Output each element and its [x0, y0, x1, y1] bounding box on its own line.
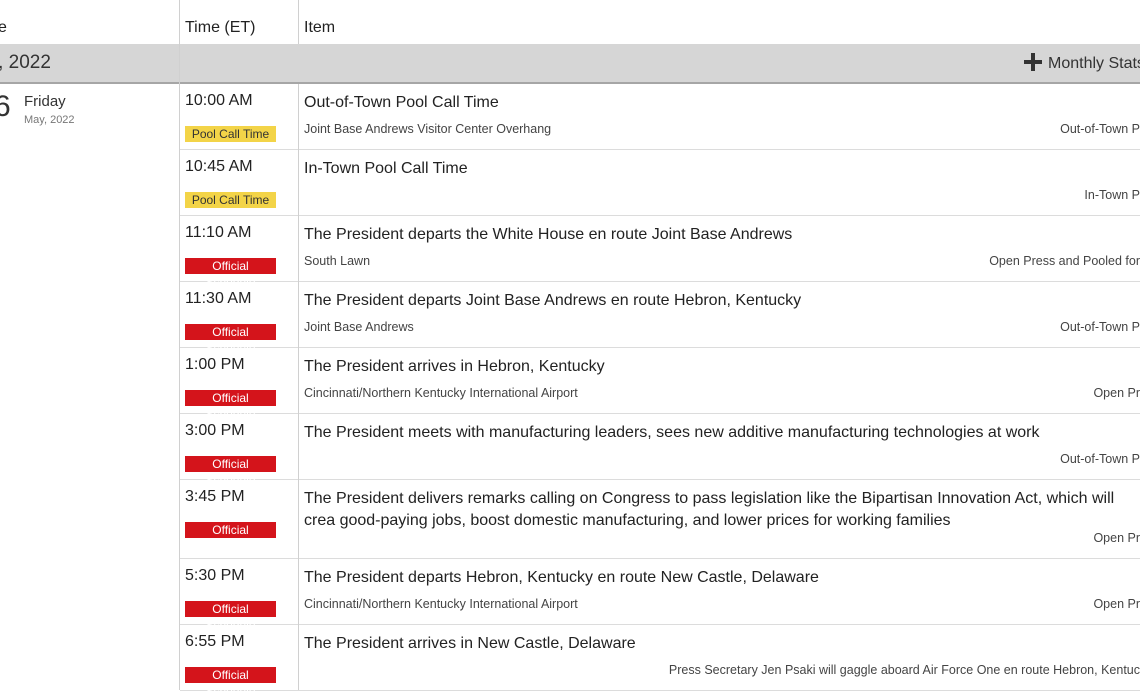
table-header: e Time (ET) Item: [0, 0, 1140, 45]
event-title[interactable]: The President meets with manufacturing l…: [304, 422, 1140, 444]
date-column-header[interactable]: e: [0, 0, 7, 44]
event-title[interactable]: Out-of-Town Pool Call Time: [304, 92, 1140, 114]
official-schedule-badge[interactable]: Official Schedule: [185, 456, 276, 487]
event-coverage: Open Pr: [1093, 597, 1140, 611]
schedule-row[interactable]: 10:45 AM Pool Call Time In-Town Pool Call …: [180, 150, 1140, 216]
schedule-table: e Time (ET) Item y, 2022 Monthly Stats 6…: [0, 0, 1140, 698]
event-coverage: Out-of-Town P: [1060, 320, 1140, 334]
event-time: 5:30 PM: [185, 567, 245, 584]
event-time: 1:00 PM: [185, 356, 245, 373]
event-coverage: In-Town P: [1084, 188, 1140, 202]
schedule-row[interactable]: 11:10 AM Official Schedule The President d…: [180, 216, 1140, 289]
event-title[interactable]: The President departs the White House en…: [304, 224, 1140, 246]
event-location: Cincinnati/Northern Kentucky Internation…: [304, 597, 578, 611]
column-divider: [298, 84, 299, 690]
official-schedule-badge[interactable]: Official Schedule: [185, 324, 276, 355]
schedule-rows: 10:00 AM Pool Call Time Out-of-Town Pool C…: [180, 84, 1140, 698]
event-location: Joint Base Andrews Visitor Center Overha…: [304, 122, 552, 136]
day-weekday: Friday: [24, 93, 66, 110]
month-title: y, 2022: [0, 52, 51, 73]
day-month-year: May, 2022: [24, 114, 75, 126]
schedule-row[interactable]: 3:45 PM Official Schedule The President de…: [180, 480, 1140, 559]
pool-call-time-badge[interactable]: Pool Call Time: [185, 126, 276, 142]
schedule-row[interactable]: 5:30 PM Official Schedule The President de…: [180, 559, 1140, 632]
pool-call-time-badge[interactable]: Pool Call Time: [185, 192, 276, 208]
monthly-stats-button[interactable]: Monthly Stats: [1024, 44, 1140, 82]
schedule-row[interactable]: 10:00 AM Pool Call Time Out-of-Town Pool C…: [180, 84, 1140, 150]
event-time: 11:30 AM: [185, 290, 252, 307]
event-location: Joint Base Andrews: [304, 320, 414, 334]
official-schedule-badge[interactable]: Official Schedule: [185, 258, 276, 289]
event-title[interactable]: The President delivers remarks calling o…: [304, 488, 1140, 532]
event-time: 11:10 AM: [185, 224, 252, 241]
event-location: South Lawn: [304, 254, 371, 268]
column-divider: [298, 0, 299, 44]
event-coverage: Open Pr: [1093, 386, 1140, 400]
official-schedule-badge[interactable]: Official Schedule: [185, 667, 276, 698]
schedule-row[interactable]: 6:55 PM Official Schedule The President ar…: [180, 625, 1140, 698]
event-time: 10:00 AM: [185, 92, 253, 109]
event-coverage: Out-of-Town P: [1060, 452, 1140, 466]
official-schedule-badge[interactable]: Official Schedule: [185, 601, 276, 632]
event-coverage: Out-of-Town P: [1060, 122, 1140, 136]
official-schedule-badge[interactable]: Official Schedule: [185, 390, 276, 421]
official-schedule-badge[interactable]: Official Schedule: [185, 522, 276, 553]
schedule-row[interactable]: 11:30 AM Official Schedule The President d…: [180, 282, 1140, 355]
event-time: 3:00 PM: [185, 422, 245, 439]
column-divider: [179, 0, 180, 690]
item-column-header[interactable]: Item: [304, 0, 335, 44]
event-title[interactable]: In-Town Pool Call Time: [304, 158, 1140, 180]
event-title[interactable]: The President departs Joint Base Andrews…: [304, 290, 1140, 312]
event-time: 6:55 PM: [185, 633, 245, 650]
event-coverage: Open Press and Pooled for: [989, 254, 1140, 268]
day-cell: 6 Friday May, 2022: [0, 84, 180, 690]
time-column-header[interactable]: Time (ET): [185, 0, 256, 44]
plus-icon: [1024, 53, 1042, 71]
event-time: 10:45 AM: [185, 158, 253, 175]
event-title[interactable]: The President arrives in New Castle, Del…: [304, 633, 1140, 655]
event-time: 3:45 PM: [185, 488, 245, 505]
day-number: 6: [0, 90, 11, 123]
event-title[interactable]: The President arrives in Hebron, Kentuck…: [304, 356, 1140, 378]
event-title[interactable]: The President departs Hebron, Kentucky e…: [304, 567, 1140, 589]
event-coverage: Open Pr: [1093, 531, 1140, 545]
event-coverage: Press Secretary Jen Psaki will gaggle ab…: [668, 663, 1140, 677]
schedule-row[interactable]: 1:00 PM Official Schedule The President ar…: [180, 348, 1140, 421]
monthly-stats-label: Monthly Stats: [1048, 55, 1140, 72]
month-bar: y, 2022 Monthly Stats: [0, 44, 1140, 84]
schedule-row[interactable]: 3:00 PM Official Schedule The President me…: [180, 414, 1140, 487]
event-location: Cincinnati/Northern Kentucky Internation…: [304, 386, 578, 400]
